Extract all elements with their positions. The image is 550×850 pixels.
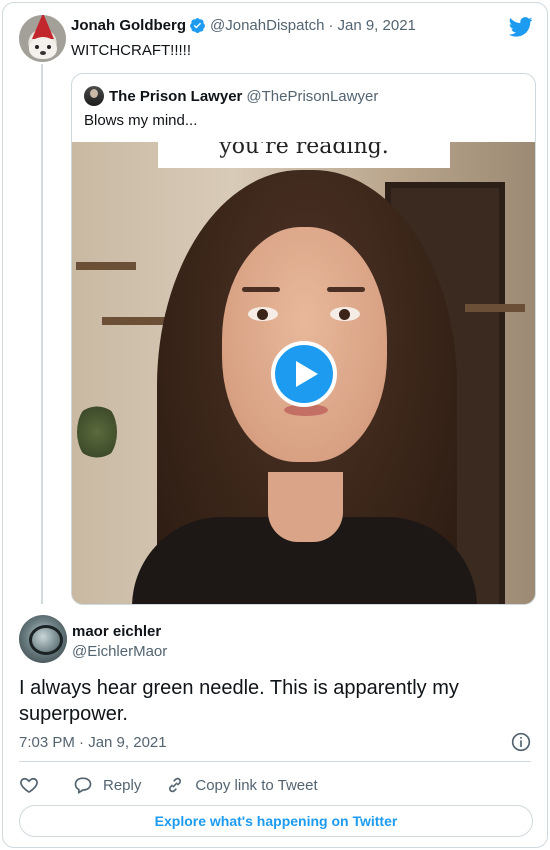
- quoted-avatar: [84, 86, 104, 106]
- quoted-tweet[interactable]: The Prison Lawyer @ThePrisonLawyer Blows…: [71, 73, 536, 605]
- person-neck: [268, 472, 343, 542]
- header-separator: ·: [328, 17, 334, 34]
- quoted-author-name: The Prison Lawyer: [109, 87, 243, 105]
- eye: [248, 307, 278, 321]
- play-icon: [295, 361, 318, 387]
- info-icon[interactable]: [511, 732, 531, 752]
- eye: [330, 307, 360, 321]
- copy-link-label: Copy link to Tweet: [195, 776, 318, 794]
- twitter-bird-icon[interactable]: [509, 17, 533, 37]
- parent-author-name[interactable]: Jonah Goldberg: [71, 17, 186, 34]
- video-caption: you're reading.: [219, 142, 389, 159]
- explore-button[interactable]: Explore what's happening on Twitter: [19, 805, 533, 837]
- main-avatar[interactable]: [19, 615, 67, 663]
- parent-tweet-date[interactable]: Jan 9, 2021: [337, 17, 415, 34]
- video-caption-bar: you're reading.: [158, 142, 450, 168]
- reply-button[interactable]: Reply: [73, 775, 141, 795]
- dog-face: [29, 37, 57, 59]
- quoted-tweet-text: Blows my mind...: [84, 112, 198, 129]
- verified-badge-icon: [190, 18, 205, 33]
- tweet-embed-card: Jonah Goldberg @JonahDispatch · Jan 9, 2…: [2, 2, 548, 848]
- link-icon: [169, 777, 182, 793]
- quoted-author-handle: @ThePrisonLawyer: [246, 87, 379, 105]
- dog-eye: [35, 45, 39, 49]
- plant: [77, 402, 117, 462]
- main-author-name[interactable]: maor eichler: [72, 623, 161, 640]
- parent-tweet-text: WITCHCRAFT!!!!!: [71, 42, 191, 59]
- like-button[interactable]: [19, 775, 39, 795]
- quoted-tweet-header: The Prison Lawyer @ThePrisonLawyer: [84, 86, 378, 106]
- copy-link-button[interactable]: Copy link to Tweet: [165, 775, 318, 795]
- main-tweet-text: I always hear green needle. This is appa…: [19, 677, 459, 725]
- divider: [19, 761, 531, 762]
- video-thumbnail[interactable]: you're reading.: [72, 142, 535, 604]
- parent-author-handle[interactable]: @JonahDispatch: [210, 17, 324, 34]
- eyebrow: [327, 287, 365, 292]
- action-bar: Reply Copy link to Tweet: [19, 773, 318, 797]
- heart-icon: [20, 777, 38, 794]
- parent-avatar[interactable]: [19, 15, 66, 62]
- eyebrow: [242, 287, 280, 292]
- dog-nose: [40, 51, 46, 55]
- main-author-handle[interactable]: @EichlerMaor: [72, 643, 167, 660]
- parent-tweet-header: Jonah Goldberg @JonahDispatch · Jan 9, 2…: [71, 17, 416, 34]
- shelf: [76, 262, 136, 270]
- thread-line: [41, 64, 43, 604]
- shelf: [465, 304, 525, 312]
- reply-bubble-icon: [74, 777, 92, 794]
- play-button[interactable]: [271, 341, 337, 407]
- dog-eye: [47, 45, 51, 49]
- party-hat: [32, 15, 54, 39]
- reply-label: Reply: [103, 776, 142, 794]
- tweet-timestamp[interactable]: 7:03 PM · Jan 9, 2021: [19, 734, 167, 751]
